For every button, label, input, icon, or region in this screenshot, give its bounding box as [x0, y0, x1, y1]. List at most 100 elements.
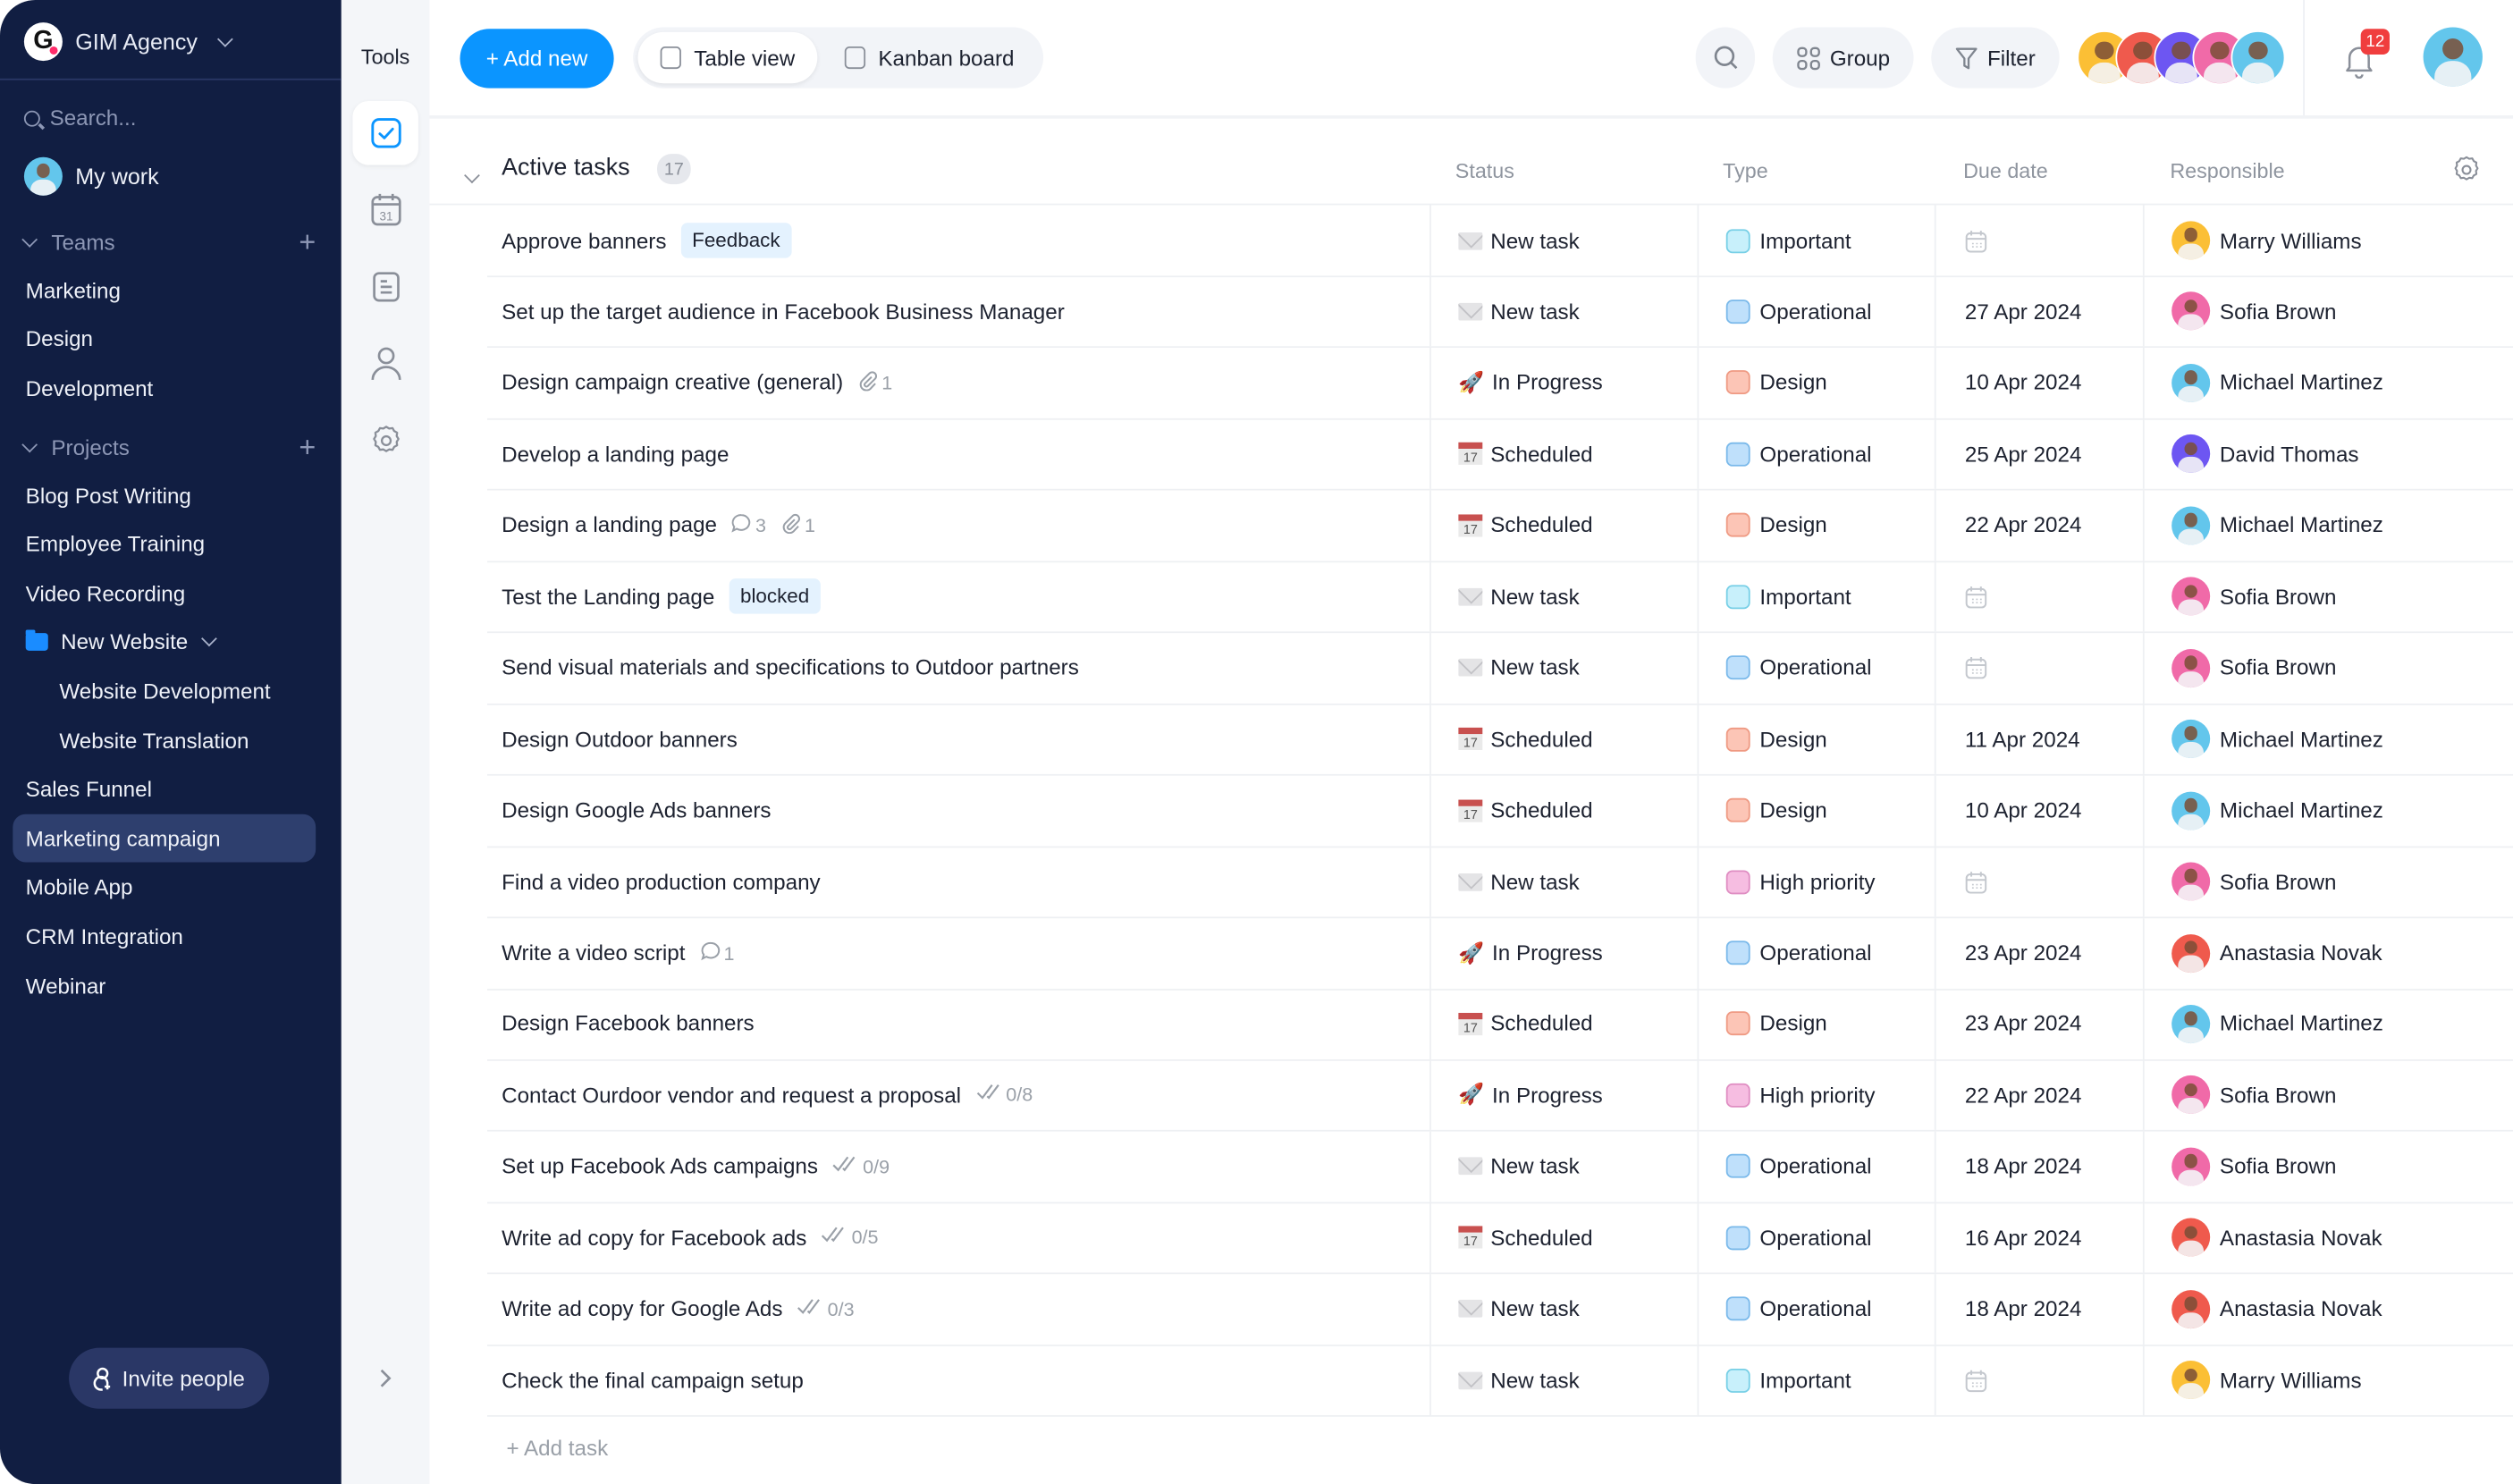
type-cell[interactable]: Operational	[1697, 1202, 1935, 1273]
status-cell[interactable]: New task	[1429, 1345, 1697, 1416]
sidebar-item-project[interactable]: New Website	[13, 619, 316, 667]
responsible-cell[interactable]: David Thomas	[2142, 418, 2513, 490]
due-date-cell[interactable]: 11 Apr 2024	[1934, 704, 2143, 775]
table-row[interactable]: Design a landing page 3 1 17 Scheduled Design…	[486, 490, 2513, 562]
responsible-cell[interactable]: Michael Martinez	[2142, 774, 2513, 846]
sidebar-item-project[interactable]: Marketing campaign	[13, 814, 316, 863]
responsible-cell[interactable]: Sofia Brown	[2142, 276, 2513, 348]
tool-people[interactable]	[352, 332, 418, 396]
responsible-cell[interactable]: Michael Martinez	[2142, 490, 2513, 561]
task-name-cell[interactable]: Set up the target audience in Facebook B…	[502, 276, 1065, 347]
responsible-cell[interactable]: Sofia Brown	[2142, 1131, 2513, 1202]
column-header-responsible[interactable]: Responsible	[2170, 158, 2284, 182]
search-button[interactable]	[1695, 27, 1756, 89]
table-row[interactable]: Approve banners Feedback New task Important…	[486, 205, 2513, 278]
status-cell[interactable]: 17 Scheduled	[1429, 1202, 1697, 1273]
type-cell[interactable]: High priority	[1697, 1059, 1935, 1131]
table-row[interactable]: Find a video production company New task H…	[486, 846, 2513, 919]
responsible-cell[interactable]: Sofia Brown	[2142, 1059, 2513, 1131]
sidebar-item-project[interactable]: Website Development	[13, 667, 316, 715]
status-cell[interactable]: 🚀 In Progress	[1429, 347, 1697, 418]
checklist-progress[interactable]: 0/3	[797, 1298, 855, 1320]
tab-table-view[interactable]: Table view	[637, 31, 818, 84]
teams-section-header[interactable]: Teams +	[21, 228, 316, 257]
sidebar-item-project[interactable]: Sales Funnel	[13, 765, 316, 814]
type-cell[interactable]: Important	[1697, 1345, 1935, 1416]
task-name-cell[interactable]: Send visual materials and specifications…	[502, 633, 1079, 704]
column-header-due-date[interactable]: Due date	[1963, 158, 2048, 182]
table-row[interactable]: Check the final campaign setup New task Im…	[486, 1345, 2513, 1418]
attachments-count[interactable]: 1	[857, 370, 892, 396]
due-date-cell[interactable]	[1934, 846, 2143, 917]
task-name-cell[interactable]: Write ad copy for Facebook ads 0/5	[502, 1202, 878, 1273]
sidebar-item-my-work[interactable]: My work	[23, 156, 159, 196]
task-name-cell[interactable]: Develop a landing page	[502, 419, 729, 490]
responsible-cell[interactable]: Michael Martinez	[2142, 989, 2513, 1059]
task-name-cell[interactable]: Approve banners Feedback	[502, 205, 792, 275]
due-date-cell[interactable]: 27 Apr 2024	[1934, 276, 2143, 348]
workspace-switcher[interactable]: G GIM Agency	[23, 21, 234, 63]
due-date-cell[interactable]	[1934, 632, 2143, 704]
sidebar-item-team[interactable]: Development	[13, 364, 316, 412]
due-date-cell[interactable]	[1934, 205, 2143, 276]
task-name-cell[interactable]: Set up Facebook Ads campaigns 0/9	[502, 1131, 890, 1202]
status-cell[interactable]: 17 Scheduled	[1429, 989, 1697, 1059]
column-header-type[interactable]: Type	[1723, 158, 1768, 182]
responsible-cell[interactable]: Marry Williams	[2142, 1345, 2513, 1416]
status-cell[interactable]: New task	[1429, 276, 1697, 348]
table-row[interactable]: Send visual materials and specifications…	[486, 632, 2513, 705]
table-row[interactable]: Write ad copy for Google Ads 0/3 New task O…	[486, 1273, 2513, 1346]
comments-count[interactable]: 1	[700, 940, 734, 965]
sidebar-item-team[interactable]: Design	[13, 315, 316, 363]
group-button[interactable]: Group	[1772, 27, 1914, 89]
tool-notes[interactable]	[352, 255, 418, 319]
table-row[interactable]: Design Outdoor banners 17 Scheduled Design 1…	[486, 704, 2513, 776]
due-date-cell[interactable]	[1934, 561, 2143, 632]
task-name-cell[interactable]: Design Outdoor banners	[502, 704, 738, 774]
table-settings-button[interactable]	[2450, 154, 2483, 194]
type-cell[interactable]: Operational	[1697, 632, 1935, 704]
type-cell[interactable]: Design	[1697, 490, 1935, 561]
table-row[interactable]: Contact Ourdoor vendor and request a pro…	[486, 1059, 2513, 1133]
sidebar-item-team[interactable]: Marketing	[13, 266, 316, 315]
type-cell[interactable]: High priority	[1697, 846, 1935, 917]
tool-calendar[interactable]: 31	[352, 178, 418, 242]
sidebar-item-project[interactable]: CRM Integration	[13, 913, 316, 961]
responsible-cell[interactable]: Anastasia Novak	[2142, 917, 2513, 989]
status-cell[interactable]: 17 Scheduled	[1429, 490, 1697, 561]
due-date-cell[interactable]: 22 Apr 2024	[1934, 490, 2143, 561]
type-cell[interactable]: Operational	[1697, 418, 1935, 490]
table-row[interactable]: Design Google Ads banners 17 Scheduled Desi…	[486, 774, 2513, 847]
task-name-cell[interactable]: Check the final campaign setup	[502, 1345, 804, 1415]
status-cell[interactable]: 17 Scheduled	[1429, 418, 1697, 490]
task-name-cell[interactable]: Write a video script 1	[502, 917, 734, 988]
task-name-cell[interactable]: Design campaign creative (general) 1	[502, 348, 892, 418]
type-cell[interactable]: Operational	[1697, 1131, 1935, 1202]
due-date-cell[interactable]: 16 Apr 2024	[1934, 1202, 2143, 1273]
add-task-button[interactable]: + Add task	[507, 1436, 609, 1460]
column-header-status[interactable]: Status	[1455, 158, 1514, 182]
comments-count[interactable]: 3	[731, 512, 766, 538]
type-cell[interactable]: Design	[1697, 774, 1935, 846]
due-date-cell[interactable]: 10 Apr 2024	[1934, 774, 2143, 846]
type-cell[interactable]: Operational	[1697, 276, 1935, 348]
task-tag[interactable]: Feedback	[680, 223, 792, 258]
invite-people-button[interactable]: Invite people	[69, 1347, 270, 1409]
table-row[interactable]: Set up the target audience in Facebook B…	[486, 276, 2513, 349]
team-members-stack[interactable]	[2077, 30, 2286, 86]
due-date-cell[interactable]: 18 Apr 2024	[1934, 1131, 2143, 1202]
sidebar-item-project[interactable]: Video Recording	[13, 569, 316, 618]
responsible-cell[interactable]: Sofia Brown	[2142, 846, 2513, 917]
table-row[interactable]: Design Facebook banners 17 Scheduled Design…	[486, 989, 2513, 1061]
sidebar-search[interactable]: Search...	[23, 105, 137, 130]
due-date-cell[interactable]	[1934, 1345, 2143, 1416]
sidebar-item-project[interactable]: Blog Post Writing	[13, 471, 316, 519]
task-name-cell[interactable]: Find a video production company	[502, 847, 821, 917]
tab-kanban-board[interactable]: Kanban board	[822, 32, 1037, 83]
checklist-progress[interactable]: 0/8	[975, 1084, 1033, 1107]
type-cell[interactable]: Operational	[1697, 1273, 1935, 1345]
table-row[interactable]: Develop a landing page 17 Scheduled Operati…	[486, 418, 2513, 492]
table-row[interactable]: Write a video script 1 🚀 In Progress Operati…	[486, 917, 2513, 991]
due-date-cell[interactable]: 18 Apr 2024	[1934, 1273, 2143, 1345]
status-cell[interactable]: New task	[1429, 846, 1697, 917]
